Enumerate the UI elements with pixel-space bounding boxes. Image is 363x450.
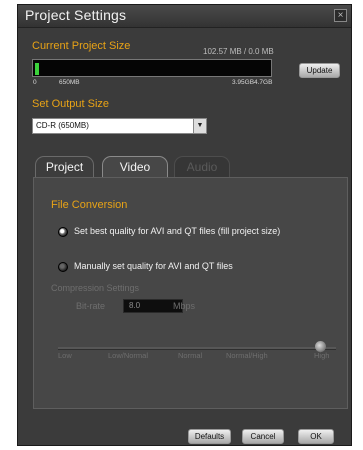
project-settings-window: Project Settings × Current Project Size … [17, 4, 352, 446]
defaults-button[interactable]: Defaults [188, 429, 231, 444]
bitrate-unit: Mbps [173, 301, 196, 311]
size-tick-0: 0 [33, 79, 37, 86]
window-title: Project Settings [25, 7, 127, 23]
best-quality-radio[interactable] [58, 227, 68, 237]
chevron-down-icon[interactable]: ▼ [193, 119, 206, 133]
project-size-bar [32, 59, 272, 77]
output-size-value: CD-R (650MB) [36, 121, 89, 130]
quality-mark-low: Low [58, 351, 72, 360]
ok-button[interactable]: OK [298, 429, 334, 444]
video-settings-panel [33, 177, 348, 409]
tab-video[interactable]: Video [102, 156, 168, 178]
size-tick-3-95gb: 3.95GB [232, 79, 255, 86]
output-size-select[interactable]: CD-R (650MB) ▼ [32, 118, 207, 134]
manual-quality-label: Manually set quality for AVI and QT file… [74, 261, 233, 271]
quality-mark-high: High [314, 351, 330, 360]
quality-mark-low-normal: Low/Normal [108, 351, 149, 360]
tab-project[interactable]: Project [35, 156, 94, 178]
close-icon[interactable]: × [334, 9, 347, 22]
title-bar[interactable]: Project Settings × [18, 5, 351, 28]
quality-mark-normal: Normal [178, 351, 203, 360]
project-size-readout: 102.57 MB / 0.0 MB [203, 47, 274, 56]
project-size-fill [35, 63, 39, 75]
size-tick-650mb: 650MB [59, 79, 80, 86]
current-project-size-label: Current Project Size [32, 40, 131, 52]
quality-slider-track [58, 347, 336, 350]
set-output-size-label: Set Output Size [32, 98, 110, 110]
bitrate-label: Bit-rate [76, 301, 106, 311]
tab-audio: Audio [174, 156, 230, 178]
file-conversion-label: File Conversion [51, 199, 128, 211]
manual-quality-radio[interactable] [58, 262, 68, 272]
cancel-button[interactable]: Cancel [242, 429, 284, 444]
size-tick-4-7gb: 4.7GB [254, 79, 273, 86]
quality-mark-normal-high: Normal/High [226, 351, 268, 360]
compression-settings-label: Compression Settings [51, 283, 140, 293]
best-quality-label: Set best quality for AVI and QT files (f… [74, 226, 281, 236]
update-button[interactable]: Update [299, 63, 340, 78]
